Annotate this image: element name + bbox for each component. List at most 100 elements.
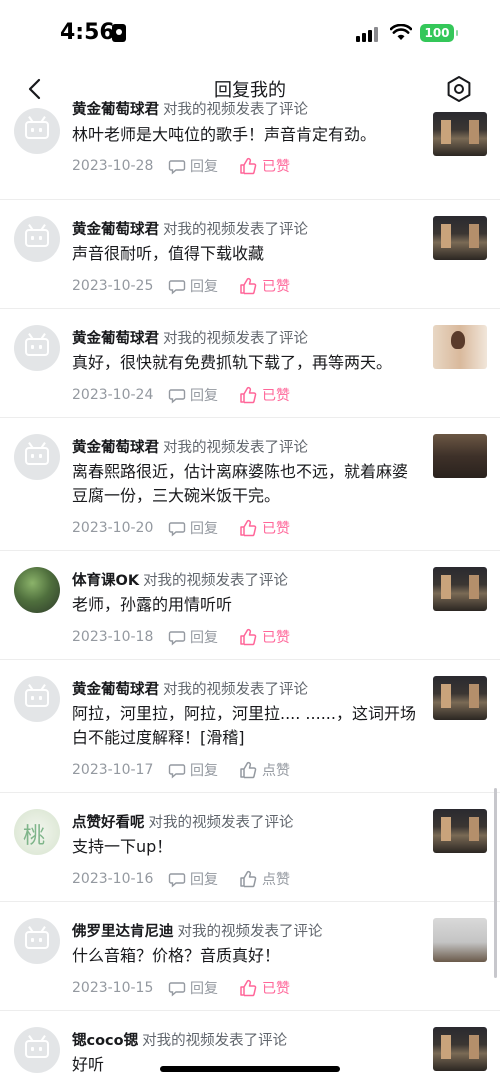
comment-icon xyxy=(168,873,186,888)
list-item[interactable]: 黄金葡萄球君 对我的视频发表了评论 林叶老师是大吨位的歌手！声音肯定有劲。 202… xyxy=(0,100,500,200)
comment-text[interactable]: 阿拉，河里拉，阿拉，河里拉.... ......，这词开场白不能过度解释！[滑稽… xyxy=(72,702,420,750)
signal-icon xyxy=(356,26,380,42)
wifi-icon xyxy=(390,24,412,40)
list-item[interactable]: 桃 点赞好看呢 对我的视频发表了评论 支持一下up！ 2023-10-16 回复 … xyxy=(0,793,500,902)
username[interactable]: 体育课OK xyxy=(72,573,139,589)
comment-date: 2023-10-18 xyxy=(72,629,154,645)
reply-button[interactable]: 回复 xyxy=(168,156,238,176)
list-item[interactable]: 体育课OK 对我的视频发表了评论 老师，孙露的用情听听 2023-10-18 回复… xyxy=(0,551,500,660)
comment-text[interactable]: 好听 xyxy=(72,1053,420,1077)
comment-date: 2023-10-25 xyxy=(72,278,154,294)
list-item[interactable]: 黄金葡萄球君 对我的视频发表了评论 阿拉，河里拉，阿拉，河里拉.... .....… xyxy=(0,660,500,793)
scrollbar[interactable] xyxy=(494,788,497,978)
avatar[interactable]: 桃 xyxy=(14,809,60,855)
lock-icon xyxy=(112,24,126,42)
comment-text[interactable]: 声音很耐听，值得下载收藏 xyxy=(72,242,420,266)
reply-button[interactable]: 回复 xyxy=(168,627,238,647)
list-item[interactable]: 锶coco锶 对我的视频发表了评论 好听 xyxy=(0,1011,500,1083)
action-text: 对我的视频发表了评论 xyxy=(163,440,308,456)
comment-text[interactable]: 什么音箱？价格？音质真好！ xyxy=(72,944,420,968)
video-thumbnail[interactable] xyxy=(433,676,487,720)
comment-icon xyxy=(168,160,186,175)
avatar[interactable] xyxy=(14,567,60,613)
like-button[interactable]: 已赞 xyxy=(238,627,290,647)
thumbs-up-icon xyxy=(240,628,257,646)
reply-button[interactable]: 回复 xyxy=(168,760,238,780)
list-item[interactable]: 佛罗里达肯尼迪 对我的视频发表了评论 什么音箱？价格？音质真好！ 2023-10-… xyxy=(0,902,500,1011)
status-bar: 4:56 100 xyxy=(0,0,500,64)
comment-text[interactable]: 支持一下up！ xyxy=(72,835,420,859)
video-thumbnail[interactable] xyxy=(433,809,487,853)
reply-button[interactable]: 回复 xyxy=(168,276,238,296)
thumbs-up-icon xyxy=(240,277,257,295)
reply-button[interactable]: 回复 xyxy=(168,385,238,405)
action-text: 对我的视频发表了评论 xyxy=(163,102,308,118)
username[interactable]: 黄金葡萄球君 xyxy=(72,440,159,456)
action-text: 对我的视频发表了评论 xyxy=(163,682,308,698)
like-button[interactable]: 已赞 xyxy=(238,978,290,998)
comment-icon xyxy=(168,522,186,537)
list-item[interactable]: 黄金葡萄球君 对我的视频发表了评论 离春熙路很近，估计离麻婆陈也不远，就着麻婆豆腐… xyxy=(0,418,500,551)
avatar[interactable] xyxy=(14,676,60,722)
thumbs-up-icon xyxy=(240,519,257,537)
avatar[interactable] xyxy=(14,434,60,480)
list-item[interactable]: 黄金葡萄球君 对我的视频发表了评论 声音很耐听，值得下载收藏 2023-10-25… xyxy=(0,200,500,309)
action-text: 对我的视频发表了评论 xyxy=(163,222,308,238)
like-button[interactable]: 点赞 xyxy=(238,869,290,889)
username[interactable]: 佛罗里达肯尼迪 xyxy=(72,924,174,940)
avatar[interactable] xyxy=(14,325,60,371)
avatar-glyph: 桃 xyxy=(23,824,46,849)
comment-date: 2023-10-17 xyxy=(72,762,154,778)
comment-icon xyxy=(168,389,186,404)
comment-text[interactable]: 老师，孙露的用情听听 xyxy=(72,593,420,617)
comment-text[interactable]: 真好，很快就有免费抓轨下载了，再等两天。 xyxy=(72,351,420,375)
like-button[interactable]: 已赞 xyxy=(238,518,290,538)
comment-icon xyxy=(168,982,186,997)
avatar[interactable] xyxy=(14,108,60,154)
comment-text[interactable]: 离春熙路很近，估计离麻婆陈也不远，就着麻婆豆腐一份，三大碗米饭干完。 xyxy=(72,460,420,508)
comment-date: 2023-10-20 xyxy=(72,520,154,536)
comment-date: 2023-10-15 xyxy=(72,980,154,996)
reply-button[interactable]: 回复 xyxy=(168,869,238,889)
home-indicator[interactable] xyxy=(160,1066,340,1072)
comment-date: 2023-10-28 xyxy=(72,158,154,174)
username[interactable]: 黄金葡萄球君 xyxy=(72,222,159,238)
comment-text[interactable]: 林叶老师是大吨位的歌手！声音肯定有劲。 xyxy=(72,123,420,147)
avatar[interactable] xyxy=(14,918,60,964)
video-thumbnail[interactable] xyxy=(433,567,487,611)
avatar[interactable] xyxy=(14,216,60,262)
reply-button[interactable]: 回复 xyxy=(168,518,238,538)
comment-icon xyxy=(168,280,186,295)
like-button[interactable]: 点赞 xyxy=(238,760,290,780)
thumbs-up-icon xyxy=(240,870,257,888)
thumbs-up-icon xyxy=(240,386,257,404)
video-thumbnail[interactable] xyxy=(433,918,487,962)
username[interactable]: 点赞好看呢 xyxy=(72,815,145,831)
video-thumbnail[interactable] xyxy=(433,112,487,156)
battery-indicator: 100 xyxy=(420,24,458,42)
like-button[interactable]: 已赞 xyxy=(238,156,290,176)
action-text: 对我的视频发表了评论 xyxy=(163,331,308,347)
action-text: 对我的视频发表了评论 xyxy=(148,815,294,831)
video-thumbnail[interactable] xyxy=(433,216,487,260)
like-button[interactable]: 已赞 xyxy=(238,276,290,296)
username[interactable]: 黄金葡萄球君 xyxy=(72,331,159,347)
reply-list[interactable]: 黄金葡萄球君 对我的视频发表了评论 林叶老师是大吨位的歌手！声音肯定有劲。 202… xyxy=(0,100,500,1083)
username[interactable]: 黄金葡萄球君 xyxy=(72,102,159,118)
comment-date: 2023-10-16 xyxy=(72,871,154,887)
list-item[interactable]: 黄金葡萄球君 对我的视频发表了评论 真好，很快就有免费抓轨下载了，再等两天。 20… xyxy=(0,309,500,418)
thumbs-up-icon xyxy=(240,979,257,997)
like-button[interactable]: 已赞 xyxy=(238,385,290,405)
comment-icon xyxy=(168,764,186,779)
action-text: 对我的视频发表了评论 xyxy=(142,1033,288,1049)
video-thumbnail[interactable] xyxy=(433,1027,487,1071)
thumbs-up-icon xyxy=(240,157,257,175)
reply-button[interactable]: 回复 xyxy=(168,978,238,998)
status-time: 4:56 xyxy=(60,20,115,45)
video-thumbnail[interactable] xyxy=(433,325,487,369)
avatar[interactable] xyxy=(14,1027,60,1073)
username[interactable]: 黄金葡萄球君 xyxy=(72,682,159,698)
video-thumbnail[interactable] xyxy=(433,434,487,478)
comment-date: 2023-10-24 xyxy=(72,387,154,403)
username[interactable]: 锶coco锶 xyxy=(72,1033,138,1049)
